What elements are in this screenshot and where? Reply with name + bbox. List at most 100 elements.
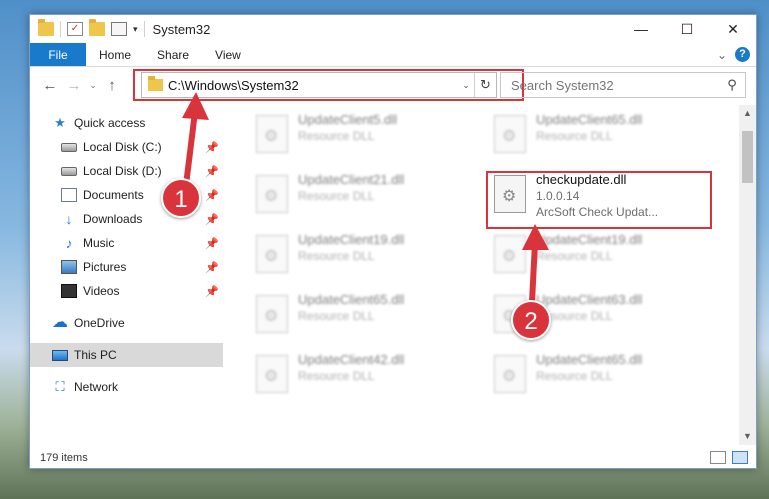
sidebar-item-label: Music [83, 236, 115, 250]
tab-share[interactable]: Share [144, 43, 202, 66]
search-box[interactable]: ⚲ [500, 72, 746, 98]
sidebar-item-pictures[interactable]: Pictures 📌 [30, 255, 223, 279]
dll-file-icon [494, 235, 526, 273]
sidebar-item-label: Pictures [83, 260, 127, 274]
explorer-window: ✓ ▾ System32 — ☐ ✕ File Home Share View … [29, 14, 757, 469]
cloud-icon: ☁ [52, 314, 68, 331]
sidebar-item-network[interactable]: ⛶ Network [30, 375, 223, 399]
file-item[interactable]: UpdateClient19.dll Resource DLL [488, 229, 688, 285]
folder-icon [38, 19, 54, 36]
file-description: Resource DLL [298, 369, 375, 383]
sidebar-item-local-disk-c[interactable]: Local Disk (C:) 📌 [30, 135, 223, 159]
dll-file-icon [256, 175, 288, 213]
tab-view[interactable]: View [202, 43, 254, 66]
pin-icon[interactable]: 📌 [205, 237, 219, 250]
pin-icon[interactable]: 📌 [205, 261, 219, 274]
file-name: UpdateClient65.dll [536, 352, 643, 367]
documents-icon [61, 188, 77, 202]
download-icon: ↓ [65, 211, 73, 227]
file-item[interactable]: UpdateClient5.dll Resource DLL [250, 109, 450, 165]
dll-file-icon [494, 355, 526, 393]
file-description: Resource DLL [298, 129, 375, 143]
music-icon: ♪ [65, 235, 73, 251]
file-description: Resource DLL [298, 189, 375, 203]
pin-icon[interactable]: 📌 [205, 165, 219, 178]
file-description: Resource DLL [298, 309, 375, 323]
up-button[interactable]: ↑ [100, 77, 124, 94]
file-name: UpdateClient65.dll [536, 112, 643, 127]
network-icon: ⛶ [55, 379, 65, 394]
view-switcher [710, 451, 748, 464]
file-item[interactable]: UpdateClient42.dll Resource DLL [250, 349, 450, 405]
pin-icon[interactable]: 📌 [205, 213, 219, 226]
properties-check-icon[interactable]: ✓ [67, 22, 83, 36]
scroll-down-arrow-icon[interactable]: ▼ [739, 428, 756, 445]
sidebar-item-videos[interactable]: Videos 📌 [30, 279, 223, 303]
file-item[interactable]: UpdateClient65.dll Resource DLL [488, 109, 688, 165]
file-description: Resource DLL [536, 129, 613, 143]
sidebar-item-local-disk-d[interactable]: Local Disk (D:) 📌 [30, 159, 223, 183]
details-view-icon[interactable] [710, 451, 726, 464]
scroll-up-arrow-icon[interactable]: ▲ [739, 105, 756, 122]
file-name: UpdateClient5.dll [298, 112, 398, 127]
title-bar: ✓ ▾ System32 — ☐ ✕ [30, 15, 756, 43]
dll-file-icon [494, 115, 526, 153]
file-name: UpdateClient19.dll [298, 232, 405, 247]
sidebar-item-quick-access[interactable]: ★ Quick access [30, 111, 223, 135]
pictures-icon [61, 260, 77, 274]
ribbon-tabs: File Home Share View ⌄ ? [30, 43, 756, 67]
file-item[interactable]: UpdateClient21.dll Resource DLL [250, 169, 450, 225]
customize-dropdown-icon[interactable]: ▾ [133, 24, 138, 35]
file-list: UpdateClient5.dll Resource DLL UpdateClie… [240, 105, 740, 445]
pin-icon[interactable]: 📌 [205, 189, 219, 202]
sidebar-item-label: Downloads [83, 212, 143, 226]
videos-icon [61, 284, 77, 298]
sidebar-item-music[interactable]: ♪ Music 📌 [30, 231, 223, 255]
file-item[interactable]: UpdateClient65.dll Resource DLL [250, 289, 450, 345]
disk-icon [61, 142, 77, 152]
expand-ribbon-icon[interactable]: ⌄ [717, 48, 727, 62]
sidebar-item-label: Documents [83, 188, 144, 202]
file-description: Resource DLL [536, 309, 613, 323]
new-folder-icon[interactable] [89, 19, 105, 36]
sidebar-item-label: Local Disk (C:) [83, 140, 162, 154]
file-item[interactable]: UpdateClient19.dll Resource DLL [250, 229, 450, 285]
file-name: UpdateClient42.dll [298, 352, 405, 367]
sidebar-item-label: OneDrive [74, 316, 125, 330]
file-name: UpdateClient21.dll [298, 172, 405, 187]
help-icon[interactable]: ? [735, 47, 750, 62]
sidebar-item-onedrive[interactable]: ☁ OneDrive [30, 311, 223, 335]
callout-badge-2: 2 [511, 300, 551, 340]
back-button[interactable]: ← [38, 77, 62, 94]
quick-access-toolbar: ✓ ▾ [30, 19, 145, 37]
vertical-scrollbar[interactable]: ▲ ▼ [739, 105, 756, 445]
maximize-button[interactable]: ☐ [664, 15, 710, 43]
tab-home[interactable]: Home [86, 43, 144, 66]
large-icons-view-icon[interactable] [732, 451, 748, 464]
scroll-thumb[interactable] [742, 131, 753, 183]
navigation-bar: ← → ⌄ ↑ C:\Windows\System32 ⌄ ↻ ⚲ [30, 67, 756, 103]
search-input[interactable] [511, 77, 719, 93]
dll-file-icon [256, 295, 288, 333]
window-controls: — ☐ ✕ [618, 15, 756, 43]
file-description: Resource DLL [298, 249, 375, 263]
sidebar-item-this-pc[interactable]: This PC [30, 343, 223, 367]
tab-file[interactable]: File [30, 43, 86, 66]
file-item[interactable]: UpdateClient65.dll Resource DLL [488, 349, 688, 405]
customize-icon[interactable] [111, 22, 127, 36]
minimize-button[interactable]: — [618, 15, 664, 43]
file-name: UpdateClient19.dll [536, 232, 643, 247]
search-icon[interactable]: ⚲ [719, 77, 745, 93]
sidebar-item-label: This PC [74, 348, 117, 362]
file-description: Resource DLL [536, 249, 613, 263]
pin-icon[interactable]: 📌 [205, 141, 219, 154]
pin-icon[interactable]: 📌 [205, 285, 219, 298]
recent-locations-icon[interactable]: ⌄ [86, 80, 100, 91]
dll-file-icon [256, 115, 288, 153]
forward-button[interactable]: → [62, 77, 86, 94]
close-button[interactable]: ✕ [710, 15, 756, 43]
toolbar-divider [143, 21, 145, 37]
